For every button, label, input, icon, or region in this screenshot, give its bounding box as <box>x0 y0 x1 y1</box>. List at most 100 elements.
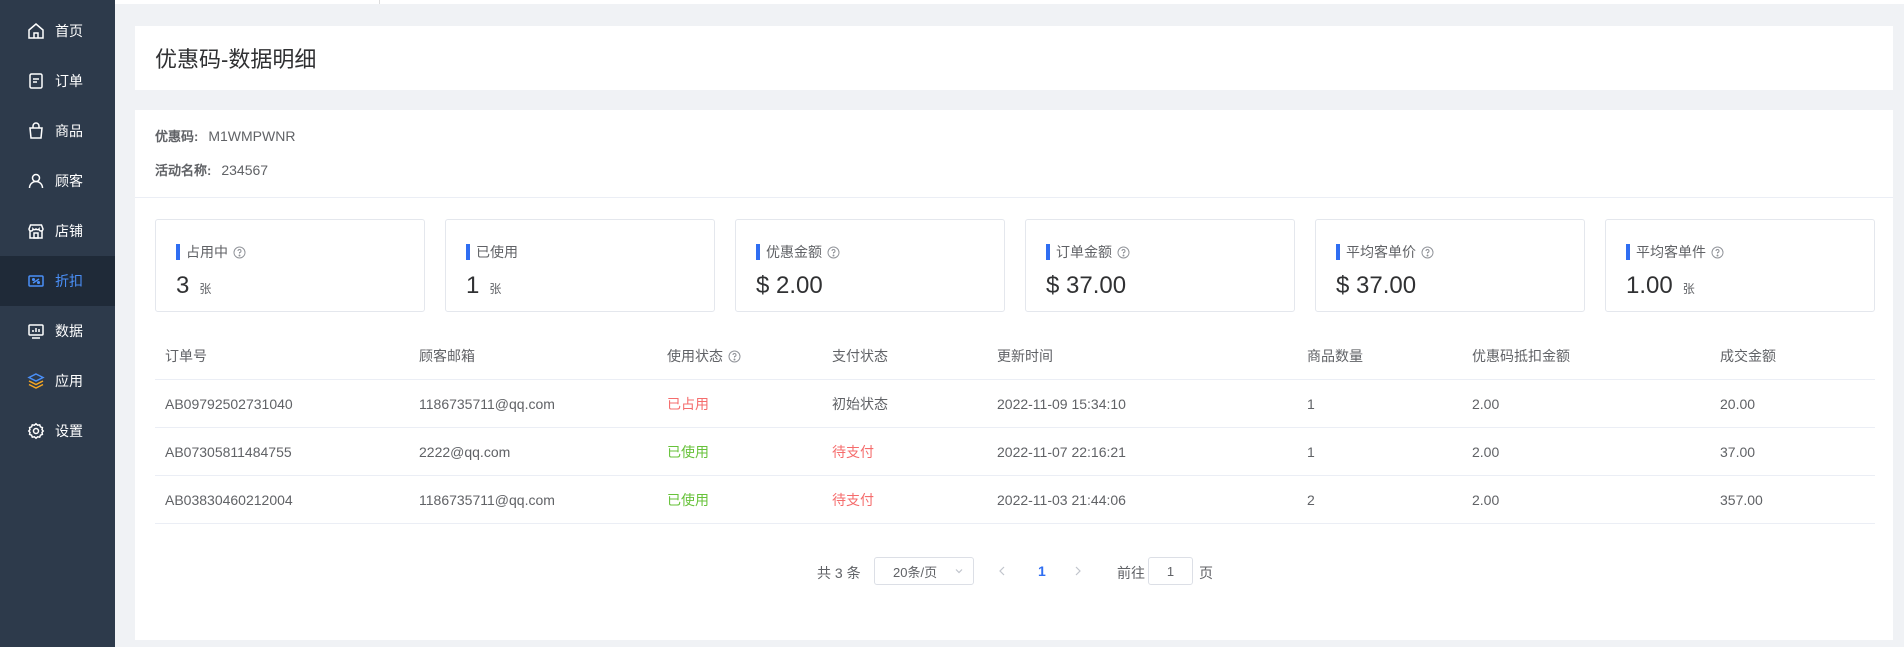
sidebar-item-label: 折扣 <box>55 273 83 289</box>
sidebar-item-settings[interactable]: 设置 <box>0 406 115 456</box>
stat-discount-amount: 优惠金额 $ 2.00 <box>735 219 1005 312</box>
pagination-total: 共 3 条 <box>817 565 861 581</box>
column-header: 成交金额 <box>1720 348 1776 364</box>
stat-avg-order-items: 平均客单件 1.00 张 <box>1605 219 1875 312</box>
column-header: 支付状态 <box>832 348 888 364</box>
column-header: 顾客邮箱 <box>419 348 475 364</box>
table-cell: 初始状态 <box>832 396 888 412</box>
table-cell: 2222@qq.com <box>419 444 511 460</box>
order-icon <box>27 72 45 90</box>
page-number-current[interactable]: 1 <box>1038 563 1046 579</box>
home-icon <box>27 22 45 40</box>
app-icon <box>27 372 45 390</box>
help-icon[interactable] <box>728 350 741 363</box>
table-cell: 1 <box>1307 444 1315 460</box>
help-icon[interactable] <box>827 246 840 259</box>
page-header: 优惠码-数据明细 <box>135 26 1893 90</box>
table-cell: 20.00 <box>1720 396 1756 412</box>
sidebar-item-products[interactable]: 商品 <box>0 106 115 156</box>
stat-order-amount: 订单金额 $ 37.00 <box>1025 219 1295 312</box>
top-tab-bar <box>115 0 1904 4</box>
goto-page-input[interactable] <box>1148 557 1193 585</box>
table-cell: 待支付 <box>832 492 874 508</box>
page-title: 优惠码-数据明细 <box>155 47 317 72</box>
section-divider <box>135 197 1893 198</box>
coupon-code-value: M1WMPWNR <box>208 127 296 144</box>
chevron-down-icon <box>953 565 965 577</box>
stat-unit: 张 <box>199 282 212 296</box>
stat-value: $ 37.00 <box>1336 272 1417 299</box>
column-header: 更新时间 <box>997 348 1053 364</box>
stat-label: 订单金额 <box>1056 244 1112 260</box>
chart-icon <box>27 322 45 340</box>
stat-accent-bar <box>1046 244 1050 260</box>
help-icon[interactable] <box>233 246 246 259</box>
column-header-usage-status: 使用状态 <box>667 332 741 380</box>
sidebar-item-label: 设置 <box>55 423 83 439</box>
stat-accent-bar <box>176 244 180 260</box>
sidebar-item-store[interactable]: 店铺 <box>0 206 115 256</box>
activity-name-row: 活动名称: 234567 <box>155 160 268 179</box>
next-page-button[interactable] <box>1071 563 1085 579</box>
table-cell: 已使用 <box>667 444 709 460</box>
column-header: 优惠码抵扣金额 <box>1472 348 1570 364</box>
stat-avg-order-price: 平均客单价 $ 37.00 <box>1315 219 1585 312</box>
store-icon <box>27 222 45 240</box>
table-header: 订单号 顾客邮箱 使用状态 支付状态 更新时间 商品数量 优惠码抵扣金额 成交金… <box>155 332 1875 380</box>
page-size-select[interactable]: 20条/页 <box>874 557 974 585</box>
table-cell: 2022-11-03 21:44:06 <box>997 492 1126 508</box>
sidebar-item-label: 订单 <box>55 73 83 89</box>
activity-name-value: 234567 <box>221 161 269 178</box>
table-row: AB09792502731040 1186735711@qq.com 已占用 初始状态… <box>155 380 1875 428</box>
stat-label: 平均客单价 <box>1346 244 1416 260</box>
sidebar-item-label: 顾客 <box>55 173 83 189</box>
table-cell: 2022-11-07 22:16:21 <box>997 444 1126 460</box>
column-header-label: 使用状态 <box>667 348 723 364</box>
stat-unit: 张 <box>1682 282 1695 296</box>
table-cell: 2.00 <box>1472 444 1500 460</box>
stat-label: 平均客单件 <box>1636 244 1706 260</box>
sidebar-item-orders[interactable]: 订单 <box>0 56 115 106</box>
help-icon[interactable] <box>1421 246 1434 259</box>
table-cell: AB03830460212004 <box>165 492 293 508</box>
stat-accent-bar <box>1626 244 1630 260</box>
gear-icon <box>27 422 45 440</box>
sidebar-item-discount[interactable]: 折扣 <box>0 256 115 306</box>
prev-page-button[interactable] <box>995 563 1009 579</box>
table-row: AB03830460212004 1186735711@qq.com 已使用 待支付 2… <box>155 476 1875 524</box>
stat-value: 1.00 <box>1626 272 1673 299</box>
table-cell: AB07305811484755 <box>165 444 292 460</box>
sidebar-item-label: 商品 <box>55 123 83 139</box>
sidebar-item-apps[interactable]: 应用 <box>0 356 115 406</box>
stat-label: 已使用 <box>476 244 518 260</box>
table-cell: 1186735711@qq.com <box>419 492 555 508</box>
table-cell: 2.00 <box>1472 492 1500 508</box>
stat-accent-bar <box>466 244 470 260</box>
activity-name-label: 活动名称: <box>155 163 212 178</box>
tab-divider <box>379 0 380 4</box>
table-cell: 已占用 <box>667 396 709 412</box>
table-cell: 待支付 <box>832 444 874 460</box>
table-cell: 37.00 <box>1720 444 1756 460</box>
table-cell: AB09792502731040 <box>165 396 293 412</box>
sidebar-item-label: 应用 <box>55 373 83 389</box>
stat-accent-bar <box>756 244 760 260</box>
stat-accent-bar <box>1336 244 1340 260</box>
stat-unit: 张 <box>489 282 502 296</box>
help-icon[interactable] <box>1711 246 1724 259</box>
sidebar-item-customers[interactable]: 顾客 <box>0 156 115 206</box>
coupon-code-label: 优惠码: <box>155 129 199 144</box>
discount-icon <box>27 272 45 290</box>
stat-value: 1 <box>466 272 480 299</box>
table-cell: 2 <box>1307 492 1315 508</box>
table-row: AB07305811484755 2222@qq.com 已使用 待支付 2022-11… <box>155 428 1875 476</box>
table-cell: 已使用 <box>667 492 709 508</box>
stat-label: 优惠金额 <box>766 244 822 260</box>
help-icon[interactable] <box>1117 246 1130 259</box>
sidebar-item-home[interactable]: 首页 <box>0 6 115 56</box>
coupon-code-row: 优惠码: M1WMPWNR <box>155 126 295 145</box>
sidebar-item-data[interactable]: 数据 <box>0 306 115 356</box>
bag-icon <box>27 122 45 140</box>
orders-table: 订单号 顾客邮箱 使用状态 支付状态 更新时间 商品数量 优惠码抵扣金额 成交金… <box>155 332 1875 524</box>
page-suffix-label: 页 <box>1199 565 1213 581</box>
